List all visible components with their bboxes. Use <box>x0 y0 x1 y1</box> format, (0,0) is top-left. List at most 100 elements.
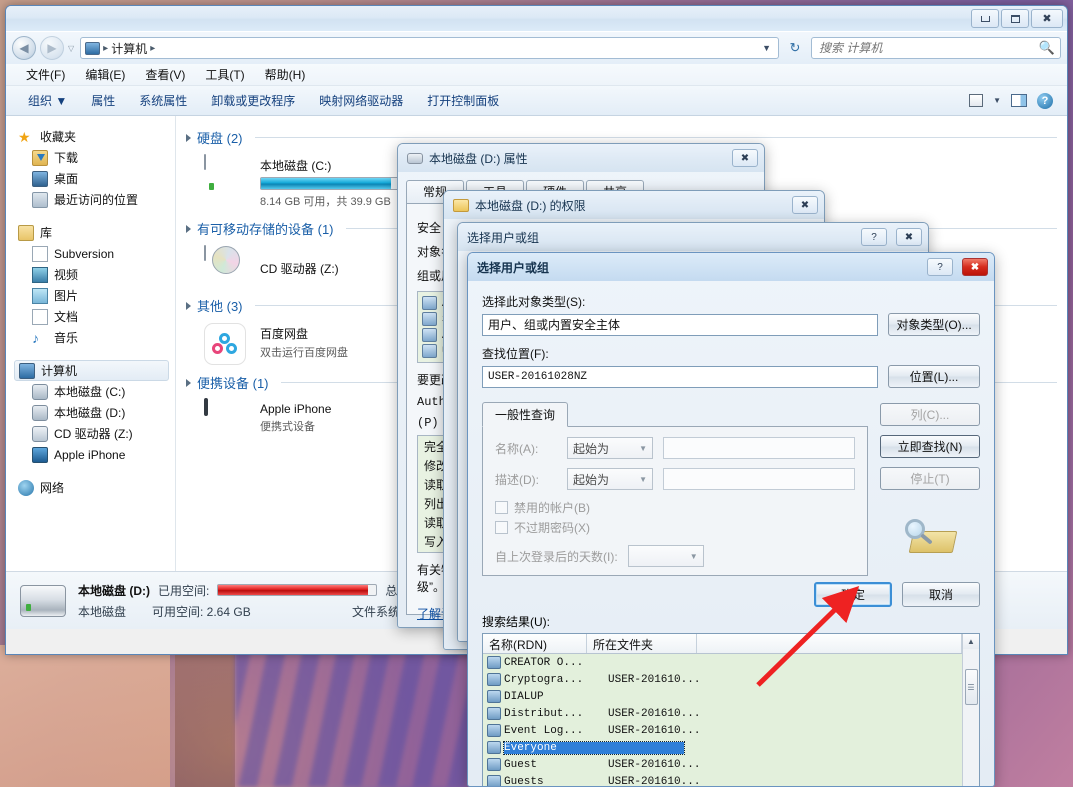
column-header-folder[interactable]: 所在文件夹 <box>587 634 697 653</box>
close-button[interactable]: ✖ <box>1031 9 1063 28</box>
toolbar-open-control-panel[interactable]: 打开控制面板 <box>415 89 511 112</box>
device-name: Apple iPhone <box>260 402 331 416</box>
sidebar-item-local-disk-d[interactable]: 本地磁盘 (D:) <box>14 402 175 423</box>
description-operator-select[interactable]: 起始为▼ <box>567 468 653 490</box>
object-types-button[interactable]: 对象类型(O)... <box>888 313 980 336</box>
history-dropdown-icon[interactable]: ▽ <box>68 44 74 53</box>
name-operator-select[interactable]: 起始为▼ <box>567 437 653 459</box>
sidebar-item-desktop[interactable]: 桌面 <box>14 168 175 189</box>
forward-button[interactable]: ▶ <box>40 36 64 60</box>
chevron-down-icon[interactable] <box>186 134 191 142</box>
address-bar: ◀ ▶ ▽ ▸ 计算机 ▸ ▼ ↻ 🔍 <box>6 32 1067 64</box>
sidebar-item-favorites[interactable]: ★ 收藏夹 <box>14 126 175 147</box>
chevron-down-icon[interactable] <box>186 302 191 310</box>
tab-common-queries[interactable]: 一般性查询 <box>482 402 568 427</box>
view-mode-caret-icon[interactable]: ▼ <box>993 96 1001 105</box>
results-row[interactable]: Cryptogra...USER-201610... <box>483 671 962 688</box>
close-button[interactable]: ✖ <box>962 258 988 276</box>
breadcrumb-computer[interactable]: 计算机 <box>111 40 147 57</box>
days-since-logon-select[interactable]: ▼ <box>628 545 704 567</box>
help-button[interactable]: ? <box>861 228 887 246</box>
help-button[interactable]: ? <box>927 258 953 276</box>
columns-button[interactable]: 列(C)... <box>880 403 980 426</box>
close-button[interactable]: ✖ <box>896 228 922 246</box>
close-icon: ✖ <box>971 262 979 273</box>
sidebar-item-computer[interactable]: 计算机 <box>14 360 169 381</box>
sidebar-item-videos[interactable]: 视频 <box>14 264 175 285</box>
menu-edit[interactable]: 编辑(E) <box>75 64 135 85</box>
chevron-down-icon: ▼ <box>639 444 647 453</box>
address-dropdown-icon[interactable]: ▼ <box>762 43 774 53</box>
sidebar-item-cd-drive-z[interactable]: CD 驱动器 (Z:) <box>14 423 175 444</box>
toolbar-organize[interactable]: 组织 ▼ <box>16 89 79 112</box>
results-row[interactable]: CREATOR O... <box>483 654 962 671</box>
results-row[interactable]: GuestUSER-201610... <box>483 756 962 773</box>
close-button[interactable]: ✖ <box>792 196 818 214</box>
location-field[interactable]: USER-20161028NZ <box>482 366 878 388</box>
command-toolbar: 组织 ▼ 属性 系统属性 卸载或更改程序 映射网络驱动器 打开控制面板 ▼ ? <box>6 86 1067 116</box>
select-user-or-group-dialog: 选择用户或组 ? ✖ 选择此对象类型(S): 用户、组或内置安全主体 对象类型(… <box>467 252 995 787</box>
back-button[interactable]: ◀ <box>12 36 36 60</box>
menu-view[interactable]: 查看(V) <box>135 64 195 85</box>
scrollbar-thumb[interactable]: ☰ <box>965 669 978 705</box>
recent-places-icon <box>32 192 48 208</box>
refresh-button[interactable]: ↻ <box>783 37 807 59</box>
help-icon[interactable]: ? <box>1037 93 1053 109</box>
results-row[interactable]: Event Log...USER-201610... <box>483 722 962 739</box>
sidebar-item-network[interactable]: 网络 <box>14 477 175 498</box>
name-input[interactable] <box>663 437 855 459</box>
results-row-folder: USER-201610... <box>608 759 718 771</box>
close-button[interactable]: ✖ <box>732 149 758 167</box>
results-scrollbar[interactable]: ▲ ☰ ▼ <box>962 634 979 787</box>
results-row[interactable]: Everyone <box>483 739 962 756</box>
sidebar-item-documents[interactable]: 文档 <box>14 306 175 327</box>
sidebar-label: 收藏夹 <box>40 128 76 145</box>
toolbar-system-properties[interactable]: 系统属性 <box>127 89 199 112</box>
chevron-down-icon[interactable] <box>186 379 191 387</box>
maximize-button[interactable] <box>1001 9 1029 28</box>
sidebar-item-pictures[interactable]: 图片 <box>14 285 175 306</box>
menu-file[interactable]: 文件(F) <box>16 64 75 85</box>
non-expiring-password-checkbox[interactable] <box>495 521 508 534</box>
view-mode-icon[interactable] <box>969 94 983 107</box>
description-input[interactable] <box>663 468 855 490</box>
toolbar-properties[interactable]: 属性 <box>79 89 127 112</box>
sidebar-item-music[interactable]: ♪ 音乐 <box>14 327 175 348</box>
address-field[interactable]: ▸ 计算机 ▸ ▼ <box>80 37 779 59</box>
preview-pane-icon[interactable] <box>1011 94 1027 107</box>
user-group-icon <box>422 312 437 326</box>
locations-button[interactable]: 位置(L)... <box>888 365 980 388</box>
disabled-accounts-row[interactable]: 禁用的帐户(B) <box>495 499 855 516</box>
column-header-extra[interactable] <box>697 634 962 653</box>
search-results-list[interactable]: 名称(RDN) 所在文件夹 CREATOR O...Cryptogra...US… <box>482 633 980 787</box>
menu-tools[interactable]: 工具(T) <box>195 64 254 85</box>
chevron-down-icon[interactable] <box>186 225 191 233</box>
column-header-name[interactable]: 名称(RDN) <box>483 634 587 653</box>
menu-help[interactable]: 帮助(H) <box>255 64 316 85</box>
stop-button[interactable]: 停止(T) <box>880 467 980 490</box>
cancel-button[interactable]: 取消 <box>902 582 980 607</box>
toolbar-uninstall-program[interactable]: 卸载或更改程序 <box>199 89 307 112</box>
find-now-button[interactable]: 立即查找(N) <box>880 435 980 458</box>
results-row[interactable]: GuestsUSER-201610... <box>483 773 962 787</box>
sidebar-item-local-disk-c[interactable]: 本地磁盘 (C:) <box>14 381 175 402</box>
sidebar-item-libraries[interactable]: 库 <box>14 222 175 243</box>
sidebar-item-subversion[interactable]: Subversion <box>14 243 175 264</box>
non-expiring-password-row[interactable]: 不过期密码(X) <box>495 519 855 536</box>
navigation-sidebar: ★ 收藏夹 下载 桌面 最近访问的位置 库 Subversi <box>6 116 176 571</box>
search-input[interactable] <box>817 40 1039 56</box>
search-box[interactable]: 🔍 <box>811 37 1061 59</box>
results-row[interactable]: DIALUP <box>483 688 962 705</box>
sidebar-item-downloads[interactable]: 下载 <box>14 147 175 168</box>
disk-usage-fill <box>261 178 391 189</box>
results-row[interactable]: Distribut...USER-201610... <box>483 705 962 722</box>
disabled-accounts-checkbox[interactable] <box>495 501 508 514</box>
toolbar-map-network-drive[interactable]: 映射网络驱动器 <box>307 89 415 112</box>
ok-button[interactable]: 确定 <box>814 582 892 607</box>
minimize-button[interactable] <box>971 9 999 28</box>
sidebar-item-recent-places[interactable]: 最近访问的位置 <box>14 189 175 210</box>
dialog-button-row: 确定 取消 <box>468 576 994 613</box>
object-type-field[interactable]: 用户、组或内置安全主体 <box>482 314 878 336</box>
scroll-up-icon[interactable]: ▲ <box>963 634 979 649</box>
sidebar-item-apple-iphone[interactable]: Apple iPhone <box>14 444 175 465</box>
